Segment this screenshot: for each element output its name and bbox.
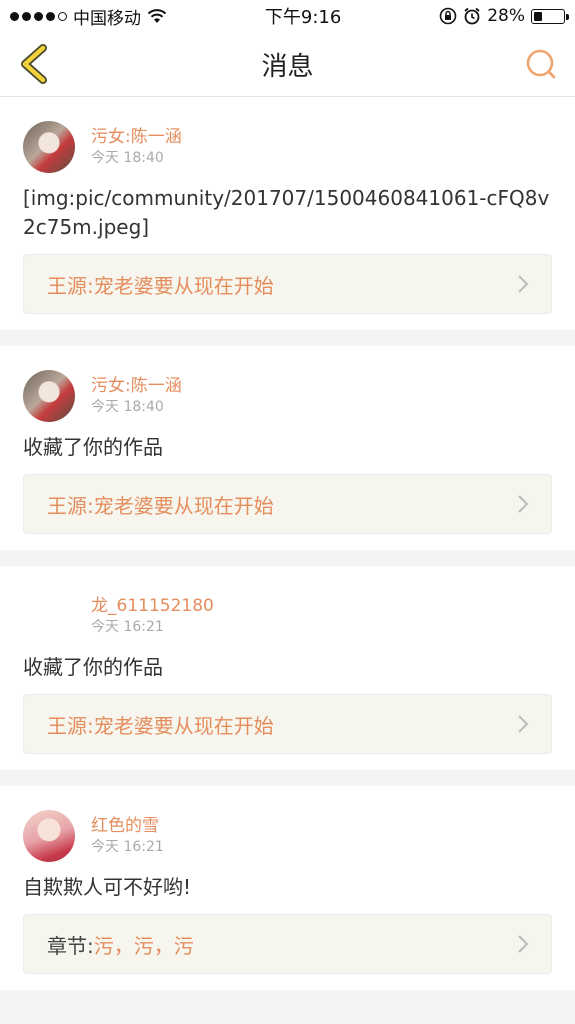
reference-prefix: 章节: — [47, 933, 94, 958]
message-content: 收藏了你的作品 — [23, 435, 163, 459]
reference-link[interactable]: 王源:宠老婆要从现在开始 — [23, 694, 552, 754]
reference-link[interactable]: 王源:宠老婆要从现在开始 — [23, 474, 552, 534]
reference-title: 污，污，污 — [93, 933, 194, 958]
message-content: [img:pic/community/201707/1500460841061-… — [23, 186, 550, 239]
message-card: 红色的雪 今天 16:21 自欺欺人可不好哟! 章节:污，污，污 — [0, 786, 575, 990]
clock: 下午9:16 — [264, 7, 342, 28]
search-icon — [526, 49, 556, 79]
chevron-right-icon — [518, 715, 529, 733]
avatar[interactable] — [23, 120, 75, 173]
reference-title: 王源:宠老婆要从现在开始 — [47, 273, 274, 298]
user-name[interactable]: 污女:陈一涵 — [91, 126, 182, 148]
user-name[interactable]: 龙_611152180 — [91, 595, 214, 617]
message-time: 今天 16:21 — [91, 618, 164, 635]
message-list: 污女:陈一涵 今天 18:40 [img:pic/community/20170… — [0, 97, 575, 990]
rotation-lock-icon — [439, 7, 457, 25]
battery-percent: 28% — [487, 6, 525, 26]
avatar[interactable] — [23, 369, 75, 422]
message-card: 污女:陈一涵 今天 18:40 [img:pic/community/20170… — [0, 97, 575, 330]
user-name[interactable]: 红色的雪 — [91, 815, 164, 837]
message-card: 污女:陈一涵 今天 18:40 收藏了你的作品 王源:宠老婆要从现在开始 — [0, 346, 575, 550]
nav-bar: 消息 — [0, 32, 575, 97]
reference-title: 王源:宠老婆要从现在开始 — [47, 713, 274, 738]
message-content: 自欺欺人可不好哟! — [23, 875, 192, 899]
signal-strength-icon — [10, 11, 67, 21]
user-name[interactable]: 污女:陈一涵 — [91, 375, 182, 397]
message-content: 收藏了你的作品 — [23, 655, 163, 679]
status-bar: 中国移动 下午9:16 28% — [0, 0, 575, 32]
search-button[interactable] — [519, 42, 563, 86]
chevron-right-icon — [518, 935, 529, 953]
back-button[interactable] — [12, 42, 56, 86]
message-time: 今天 16:21 — [91, 838, 164, 855]
message-time: 今天 18:40 — [91, 398, 164, 415]
reference-title: 王源:宠老婆要从现在开始 — [47, 493, 274, 518]
reference-link[interactable]: 章节:污，污，污 — [23, 914, 552, 974]
message-time: 今天 18:40 — [91, 149, 164, 166]
carrier-label: 中国移动 — [73, 8, 141, 29]
battery-icon — [531, 8, 569, 24]
chevron-right-icon — [518, 495, 529, 513]
avatar[interactable] — [23, 809, 75, 862]
chevron-right-icon — [518, 275, 529, 293]
alarm-icon — [464, 7, 480, 25]
wifi-icon — [147, 8, 167, 23]
avatar[interactable] — [23, 590, 75, 642]
chevron-left-icon — [21, 44, 47, 84]
message-card: 龙_611152180 今天 16:21 收藏了你的作品 王源:宠老婆要从现在开… — [0, 566, 575, 770]
reference-link[interactable]: 王源:宠老婆要从现在开始 — [23, 254, 552, 314]
page-title: 消息 — [261, 51, 314, 82]
